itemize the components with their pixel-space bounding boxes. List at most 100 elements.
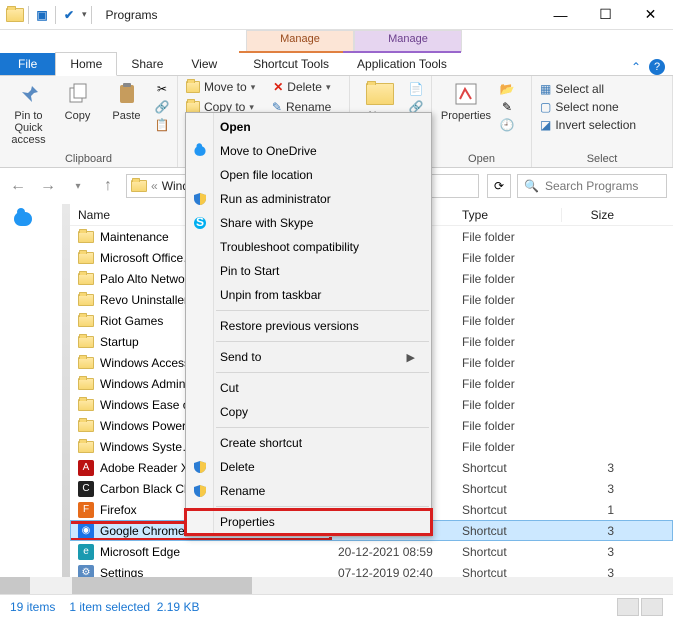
search-icon: 🔍 xyxy=(524,179,539,193)
up-button[interactable]: ↑ xyxy=(96,174,120,198)
ctx-cut[interactable]: Cut xyxy=(186,376,431,400)
file-name: Startup xyxy=(100,335,139,349)
file-type: File folder xyxy=(454,398,562,412)
thumbnails-view-button[interactable] xyxy=(641,598,663,616)
tab-application-tools[interactable]: Application Tools xyxy=(343,51,461,75)
refresh-button[interactable]: ⟳ xyxy=(487,174,511,198)
ctx-open[interactable]: Open xyxy=(186,115,431,139)
file-name: Windows Power… xyxy=(100,419,198,433)
folder-icon xyxy=(78,399,94,411)
maximize-button[interactable]: ☐ xyxy=(583,0,628,30)
separator xyxy=(91,6,92,24)
help-icon[interactable]: ? xyxy=(649,59,665,75)
ribbon-collapse-icon[interactable]: ⌃ xyxy=(631,60,641,74)
ctx-share-skype[interactable]: SShare with Skype xyxy=(186,211,431,235)
chrome-icon: ◉ xyxy=(78,523,94,539)
tab-file[interactable]: File xyxy=(0,53,55,75)
file-row[interactable]: eMicrosoft Edge20-12-2021 08:59Shortcut3 xyxy=(70,541,673,562)
delete-button[interactable]: ✕Delete▾ xyxy=(273,80,330,94)
folder-icon xyxy=(78,378,94,390)
folder-icon xyxy=(78,357,94,369)
contextual-tab-app: Manage xyxy=(354,30,462,52)
ctx-pin-start[interactable]: Pin to Start xyxy=(186,259,431,283)
navpane-hscroll[interactable] xyxy=(0,577,70,594)
back-button[interactable]: ← xyxy=(6,174,30,198)
open-icon[interactable]: 📂 xyxy=(500,82,514,96)
invert-selection-button[interactable]: ◪Invert selection xyxy=(540,118,636,132)
paste-button[interactable]: Paste xyxy=(106,80,147,122)
file-name: Maintenance xyxy=(100,230,169,244)
tab-shortcut-tools[interactable]: Shortcut Tools xyxy=(239,51,343,75)
history-icon[interactable]: 🕘 xyxy=(500,118,514,132)
ctx-send-to[interactable]: Send to▶ xyxy=(186,345,431,369)
ctx-move-onedrive[interactable]: Move to OneDrive xyxy=(186,139,431,163)
move-to-button[interactable]: Move to▾ xyxy=(186,80,255,94)
nav-onedrive[interactable] xyxy=(0,210,70,228)
folder-icon xyxy=(6,6,24,24)
forward-button[interactable]: → xyxy=(36,174,60,198)
select-all-button[interactable]: ▦Select all xyxy=(540,82,636,96)
folder-icon xyxy=(131,180,147,192)
new-item-icon[interactable]: 📄 xyxy=(409,82,423,96)
ctx-troubleshoot[interactable]: Troubleshoot compatibility xyxy=(186,235,431,259)
pin-to-quick-access-button[interactable]: Pin to Quick access xyxy=(8,80,49,146)
file-name: Palo Alto Netwo… xyxy=(100,272,197,286)
onedrive-icon xyxy=(192,143,208,159)
copy-button[interactable]: Copy xyxy=(57,80,98,122)
file-name: Microsoft Office… xyxy=(100,251,195,265)
column-size[interactable]: Size xyxy=(562,208,622,222)
firefox-icon: F xyxy=(78,502,94,518)
file-type: File folder xyxy=(454,377,562,391)
file-type: Shortcut xyxy=(454,482,562,496)
minimize-button[interactable]: — xyxy=(538,0,583,30)
file-name: Google Chrome xyxy=(100,524,185,538)
folder-icon xyxy=(78,420,94,432)
ctx-copy[interactable]: Copy xyxy=(186,400,431,424)
group-clipboard: Clipboard xyxy=(8,151,169,165)
file-size: 3 xyxy=(562,524,622,538)
ctx-restore-versions[interactable]: Restore previous versions xyxy=(186,314,431,338)
group-select: Select xyxy=(540,151,664,165)
svg-text:S: S xyxy=(196,216,204,229)
file-type: File folder xyxy=(454,356,562,370)
onedrive-icon xyxy=(14,212,32,226)
edge-icon: e xyxy=(78,544,94,560)
contextual-tab-shortcut: Manage xyxy=(246,30,354,52)
file-size: 3 xyxy=(562,461,622,475)
tab-share[interactable]: Share xyxy=(117,53,177,75)
ctx-properties[interactable]: Properties xyxy=(186,510,431,534)
navigation-pane[interactable] xyxy=(0,204,70,594)
folder-icon xyxy=(78,441,94,453)
ctx-unpin-taskbar[interactable]: Unpin from taskbar xyxy=(186,283,431,307)
status-selected: 1 item selected 2.19 KB xyxy=(69,600,199,614)
status-item-count: 19 items xyxy=(10,600,55,614)
tab-view[interactable]: View xyxy=(177,53,231,75)
list-hscroll[interactable] xyxy=(70,577,673,594)
file-date: 20-12-2021 08:59 xyxy=(330,545,454,559)
close-button[interactable]: ✕ xyxy=(628,0,673,30)
search-input[interactable]: 🔍 Search Programs xyxy=(517,174,667,198)
qat-properties-icon[interactable]: ▣ xyxy=(33,6,51,24)
ctx-run-admin[interactable]: Run as administrator xyxy=(186,187,431,211)
ctx-rename[interactable]: Rename xyxy=(186,479,431,503)
chevron-right-icon: ▶ xyxy=(407,351,415,364)
ctx-open-location[interactable]: Open file location xyxy=(186,163,431,187)
column-type[interactable]: Type xyxy=(454,208,562,222)
recent-dropdown[interactable]: ▾ xyxy=(66,174,90,198)
properties-button[interactable]: Properties xyxy=(440,80,492,122)
ctx-delete[interactable]: Delete xyxy=(186,455,431,479)
window-title: Programs xyxy=(98,8,158,22)
details-view-button[interactable] xyxy=(617,598,639,616)
edit-icon[interactable]: ✎ xyxy=(500,100,514,114)
ctx-create-shortcut[interactable]: Create shortcut xyxy=(186,431,431,455)
qat-check-icon[interactable]: ✔ xyxy=(60,6,78,24)
qat-dropdown[interactable]: ▾ xyxy=(82,9,87,20)
file-size: 3 xyxy=(562,545,622,559)
copy-path-icon[interactable]: 🔗 xyxy=(155,100,169,114)
cut-icon[interactable]: ✂ xyxy=(155,82,169,96)
paste-shortcut-icon[interactable]: 📋 xyxy=(155,118,169,132)
select-none-button[interactable]: ▢Select none xyxy=(540,100,636,114)
tab-home[interactable]: Home xyxy=(55,52,117,76)
separator xyxy=(55,6,56,24)
file-size: 3 xyxy=(562,482,622,496)
